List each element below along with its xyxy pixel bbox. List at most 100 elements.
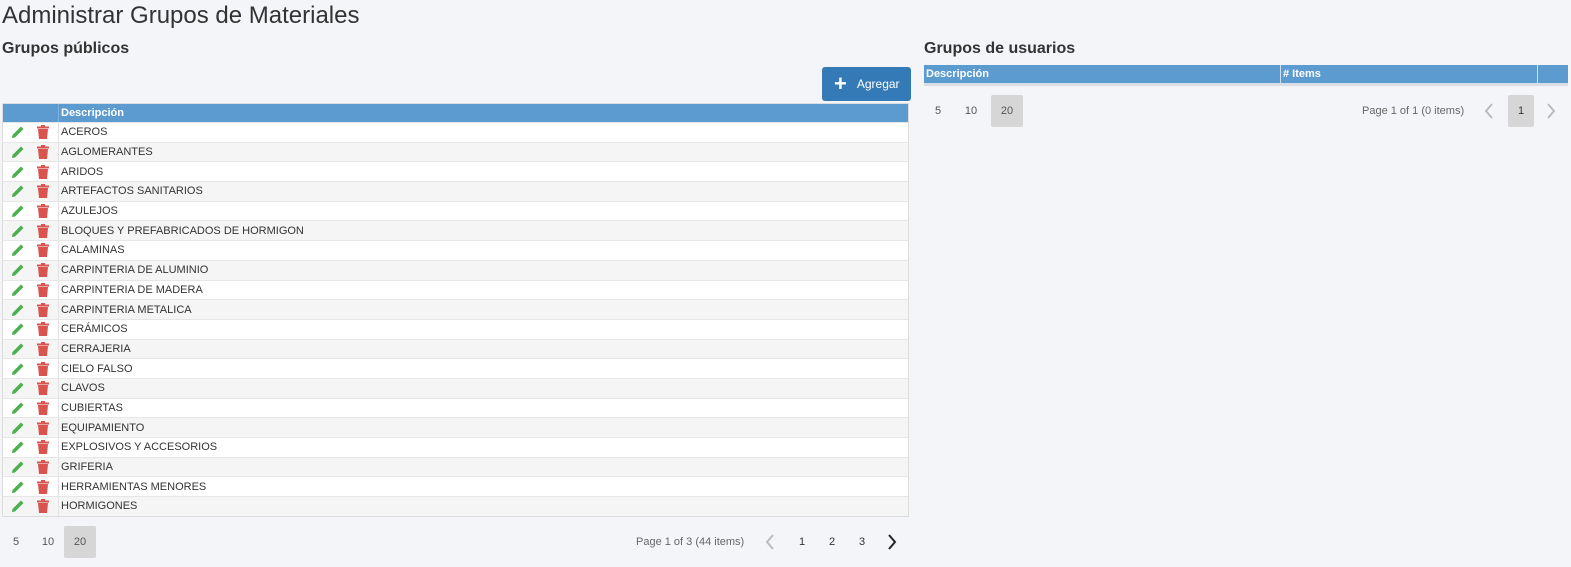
pencil-icon[interactable] <box>11 283 25 297</box>
public-pager-nav: 1 2 3 <box>757 526 905 558</box>
user-groups-title: Grupos de usuarios <box>924 40 1076 57</box>
row-description: ARIDOS <box>61 165 104 178</box>
table-row[interactable]: CALAMINAS <box>3 240 908 260</box>
table-row[interactable]: HERRAMIENTAS MENORES <box>3 476 908 497</box>
row-description: CARPINTERIA DE ALUMINIO <box>61 264 209 277</box>
chevron-right-icon[interactable] <box>879 526 905 558</box>
table-row[interactable]: EQUIPAMIENTO <box>3 417 908 437</box>
pencil-icon[interactable] <box>11 460 25 474</box>
pencil-icon[interactable] <box>11 499 25 513</box>
page-button-3[interactable]: 3 <box>849 526 875 558</box>
add-button-label: Agregar <box>856 77 900 91</box>
page-button-1[interactable]: 1 <box>1508 95 1534 127</box>
trash-icon[interactable] <box>37 381 51 396</box>
pencil-icon[interactable] <box>11 381 25 395</box>
row-commands <box>3 418 59 437</box>
chevron-right-icon[interactable] <box>1538 95 1564 127</box>
table-row[interactable]: CERRAJERIA <box>3 338 908 359</box>
table-row[interactable]: CARPINTERIA DE ALUMINIO <box>3 259 908 280</box>
page-button-2[interactable]: 2 <box>819 526 845 558</box>
pencil-icon[interactable] <box>11 243 25 257</box>
column-header-items[interactable]: # Items <box>1281 65 1538 83</box>
trash-icon[interactable] <box>37 361 51 376</box>
page-size-20[interactable]: 20 <box>991 95 1023 127</box>
page-title: Administrar Grupos de Materiales <box>2 2 360 29</box>
row-description: CERRAJERIA <box>61 342 131 355</box>
row-commands <box>3 241 59 260</box>
pencil-icon[interactable] <box>11 342 25 356</box>
table-row[interactable]: CARPINTERIA METALICA <box>3 299 908 319</box>
user-pager-info: Page 1 of 1 (0 items) <box>1362 105 1465 117</box>
trash-icon[interactable] <box>37 400 51 415</box>
trash-icon[interactable] <box>37 302 51 317</box>
pencil-icon[interactable] <box>11 263 25 277</box>
trash-icon[interactable] <box>37 263 51 278</box>
table-row[interactable]: CARPINTERIA DE MADERA <box>3 279 908 300</box>
pencil-icon[interactable] <box>11 125 25 139</box>
table-row[interactable]: CIELO FALSO <box>3 358 908 378</box>
trash-icon[interactable] <box>37 322 51 337</box>
table-row[interactable]: EXPLOSIVOS Y ACCESORIOS <box>3 437 908 457</box>
trash-icon[interactable] <box>37 420 51 435</box>
grid-header: Descripción # Items <box>924 65 1568 83</box>
plus-icon: + <box>834 71 847 96</box>
trash-icon[interactable] <box>37 204 51 219</box>
row-commands <box>3 477 59 497</box>
pencil-icon[interactable] <box>11 165 25 179</box>
page-size-10[interactable]: 10 <box>32 526 64 558</box>
pencil-icon[interactable] <box>11 362 25 376</box>
table-row[interactable]: HORMIGONES <box>3 496 908 516</box>
trash-icon[interactable] <box>37 243 51 258</box>
trash-icon[interactable] <box>37 460 51 475</box>
row-description: BLOQUES Y PREFABRICADOS DE HORMIGON <box>61 224 304 237</box>
table-row[interactable]: GRIFERIA <box>3 456 908 477</box>
table-row[interactable]: AGLOMERANTES <box>3 141 908 162</box>
row-commands <box>3 260 59 280</box>
row-commands <box>3 123 59 142</box>
trash-icon[interactable] <box>37 499 51 514</box>
pencil-icon[interactable] <box>11 224 25 238</box>
row-description: EQUIPAMIENTO <box>61 421 145 434</box>
table-row[interactable]: ARIDOS <box>3 161 908 182</box>
pencil-icon[interactable] <box>11 184 25 198</box>
trash-icon[interactable] <box>37 145 51 160</box>
trash-icon[interactable] <box>37 184 51 199</box>
page-size-20[interactable]: 20 <box>64 526 96 558</box>
column-header-description[interactable]: Descripción <box>924 65 1281 83</box>
trash-icon[interactable] <box>37 164 51 179</box>
table-row[interactable]: BLOQUES Y PREFABRICADOS DE HORMIGON <box>3 220 908 241</box>
pencil-icon[interactable] <box>11 480 25 494</box>
chevron-left-icon[interactable] <box>1476 95 1502 127</box>
page-button-1[interactable]: 1 <box>789 526 815 558</box>
pencil-icon[interactable] <box>11 401 25 415</box>
trash-icon[interactable] <box>37 440 51 455</box>
pencil-icon[interactable] <box>11 145 25 159</box>
chevron-left-icon[interactable] <box>757 526 783 558</box>
trash-icon[interactable] <box>37 479 51 494</box>
row-commands <box>3 221 59 241</box>
pencil-icon[interactable] <box>11 303 25 317</box>
pencil-icon[interactable] <box>11 421 25 435</box>
table-row[interactable]: CLAVOS <box>3 377 908 398</box>
page-size-5[interactable]: 5 <box>922 95 954 127</box>
trash-icon[interactable] <box>37 282 51 297</box>
row-description: CALAMINAS <box>61 244 125 257</box>
row-commands <box>3 438 59 457</box>
pencil-icon[interactable] <box>11 204 25 218</box>
row-description: HORMIGONES <box>61 500 138 513</box>
trash-icon[interactable] <box>37 125 51 140</box>
page-size-5[interactable]: 5 <box>0 526 32 558</box>
table-row[interactable]: ACEROS <box>3 122 908 142</box>
table-row[interactable]: CUBIERTAS <box>3 397 908 418</box>
table-row[interactable]: AZULEJOS <box>3 200 908 221</box>
table-row[interactable]: CERÁMICOS <box>3 318 908 339</box>
page-size-10[interactable]: 10 <box>955 95 987 127</box>
add-button[interactable]: + Agregar <box>822 67 911 101</box>
pencil-icon[interactable] <box>11 440 25 454</box>
pencil-icon[interactable] <box>11 322 25 336</box>
trash-icon[interactable] <box>37 341 51 356</box>
row-description: CARPINTERIA METALICA <box>61 303 192 316</box>
table-row[interactable]: ARTEFACTOS SANITARIOS <box>3 181 908 201</box>
trash-icon[interactable] <box>37 223 51 238</box>
column-header-description[interactable]: Descripción <box>59 107 908 119</box>
